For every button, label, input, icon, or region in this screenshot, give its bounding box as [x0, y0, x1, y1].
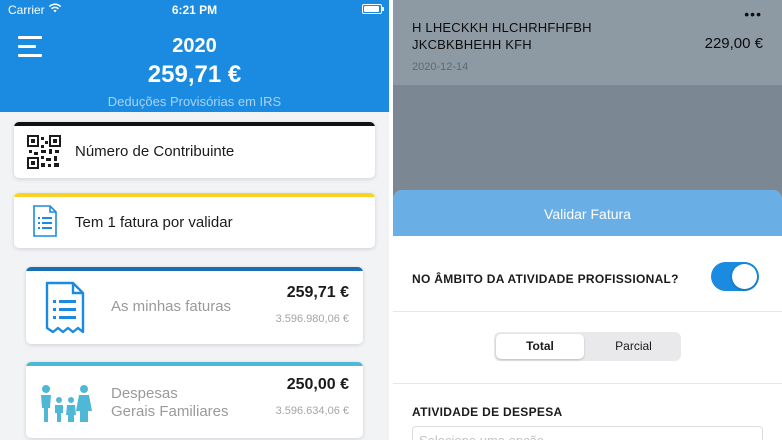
amount-type-segment: Total Parcial — [494, 332, 681, 361]
divider — [393, 383, 782, 384]
receipt-icon — [45, 281, 85, 334]
sheet-header: Validar Fatura — [393, 190, 782, 236]
contribuinte-label: Número de Contribuinte — [75, 143, 235, 160]
qr-code-icon — [27, 135, 61, 169]
family-icon — [41, 385, 92, 422]
status-time: 6:21 PM — [171, 3, 218, 17]
header-year: 2020 — [172, 35, 217, 57]
header: Carrier 6:21 PM 2020 259,71 € Deduções P… — [0, 0, 389, 112]
despesas-label-line2: Gerais Familiares — [111, 403, 229, 420]
despesas-amount: 250,00 € — [286, 376, 349, 393]
minhas-faturas-card[interactable]: As minhas faturas 259,71 € 3.596.980,06 … — [26, 267, 363, 344]
minhas-faturas-total: 3.596.980,06 € — [275, 313, 349, 325]
fatura-pendente-label: Tem 1 fatura por validar — [75, 214, 233, 231]
minhas-faturas-label: As minhas faturas — [111, 298, 232, 315]
invoice-amount: 229,00 € — [704, 35, 763, 52]
minhas-faturas-amount: 259,71 € — [286, 284, 349, 301]
divider — [393, 311, 782, 312]
battery-icon — [362, 4, 384, 14]
toggle-knob — [732, 264, 757, 289]
more-options-icon[interactable]: ••• — [744, 6, 762, 22]
invoice-row[interactable]: ••• H LHECKKH HLCHRHFHFBH JKCBKBHEHH KFH… — [393, 0, 782, 85]
header-amount: 259,71 € — [147, 61, 242, 88]
despesas-total: 3.596.634,06 € — [275, 405, 349, 417]
professional-activity-toggle[interactable] — [711, 262, 759, 291]
expense-activity-label: ATIVIDADE DE DESPESA — [412, 405, 563, 419]
invoice-title: H LHECKKH HLCHRHFHFBH JKCBKBHEHH KFH — [412, 20, 592, 52]
right-screen: ••• H LHECKKH HLCHRHFHFBH JKCBKBHEHH KFH… — [393, 0, 782, 440]
invoice-date: 2020-12-14 — [412, 61, 469, 73]
segment-total[interactable]: Total — [496, 334, 584, 359]
contribuinte-card[interactable]: Número de Contribuinte — [14, 122, 375, 178]
validar-fatura-sheet: Validar Fatura NO ÂMBITO DA ATIVIDADE PR… — [393, 190, 782, 440]
professional-activity-label: NO ÂMBITO DA ATIVIDADE PROFISSIONAL? — [412, 272, 679, 286]
fatura-pendente-card[interactable]: Tem 1 fatura por validar — [14, 193, 375, 248]
header-subtitle: Deduções Provisórias em IRS — [107, 94, 282, 109]
overlay-dim[interactable] — [393, 85, 782, 190]
despesas-label-line1: Despesas — [111, 385, 178, 402]
left-screen: Carrier 6:21 PM 2020 259,71 € Deduções P… — [0, 0, 389, 440]
invoice-icon — [33, 205, 57, 237]
despesas-gerais-card[interactable]: Despesas Gerais Familiares 250,00 € 3.59… — [26, 362, 363, 438]
expense-activity-select[interactable]: Selecione uma opção — [412, 426, 763, 440]
segment-parcial[interactable]: Parcial — [588, 334, 679, 359]
sheet-title: Validar Fatura — [544, 206, 631, 222]
